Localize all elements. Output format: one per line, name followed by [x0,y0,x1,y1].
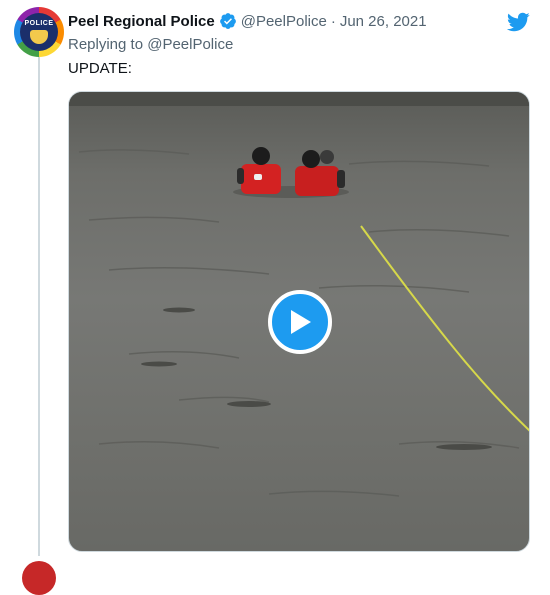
police-logo: POLICE [20,13,58,51]
tweet-header: Peel Regional Police @PeelPolice · Jun 2… [68,12,427,30]
author-name[interactable]: Peel Regional Police [68,13,215,30]
next-tweet-avatar[interactable] [22,561,56,595]
separator-dot: · [330,12,336,30]
twitter-bird-icon[interactable] [506,10,530,34]
badge-shield-icon [30,30,48,44]
avatar-label: POLICE [24,20,54,27]
diver-left [237,147,281,194]
replying-to-link[interactable]: Replying to @PeelPolice [68,36,233,53]
play-icon [291,310,311,334]
diver-right [295,150,345,196]
play-button[interactable] [268,290,332,354]
thread-connector-line [38,56,40,556]
video-player[interactable] [68,91,530,552]
verified-badge-icon [219,13,236,29]
tweet-date[interactable]: Jun 26, 2021 [340,13,427,30]
author-handle[interactable]: @PeelPolice [241,13,327,30]
tweet-text: UPDATE: [68,60,132,77]
author-avatar[interactable]: POLICE [14,7,64,57]
